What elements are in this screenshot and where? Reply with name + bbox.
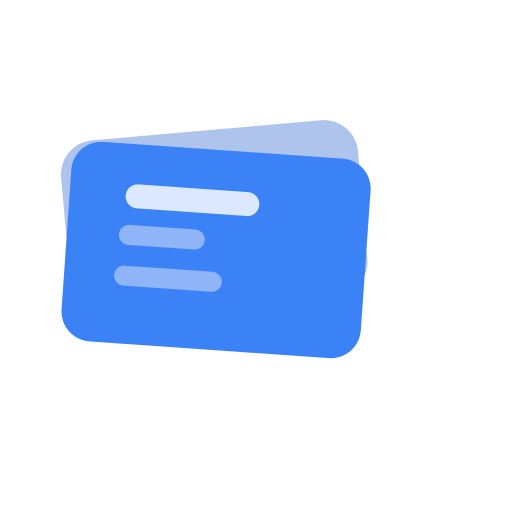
cards-stack-icon <box>60 120 371 359</box>
front-card <box>61 141 371 359</box>
front-card-shape <box>61 141 371 359</box>
icon-canvas <box>0 0 512 512</box>
